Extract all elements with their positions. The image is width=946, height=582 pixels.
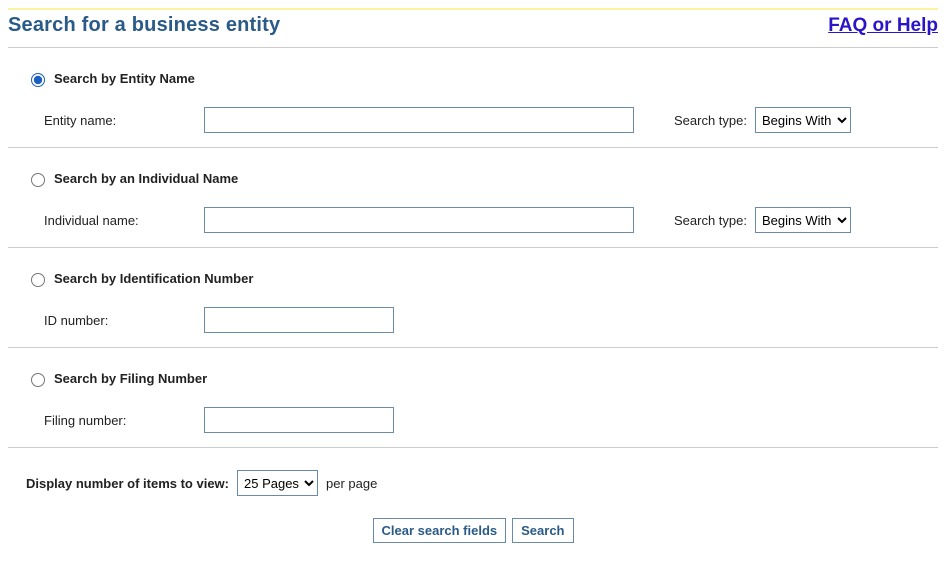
display-items-label: Display number of items to view: — [26, 476, 229, 491]
header: Search for a business entity FAQ or Help — [8, 14, 938, 48]
clear-search-fields-button[interactable]: Clear search fields — [373, 518, 507, 543]
radio-individual-name[interactable] — [31, 173, 45, 187]
individual-name-input[interactable] — [204, 207, 634, 233]
radio-id-number-label[interactable]: Search by Identification Number — [26, 270, 938, 287]
section-id-number: Search by Identification Number ID numbe… — [8, 270, 938, 347]
radio-filing-number[interactable] — [31, 373, 45, 387]
radio-id-number[interactable] — [31, 273, 45, 287]
radio-filing-number-label[interactable]: Search by Filing Number — [26, 370, 938, 387]
section-id-body: ID number: — [26, 307, 938, 333]
divider-2 — [8, 247, 938, 248]
radio-entity-name-text: Search by Entity Name — [54, 71, 195, 86]
divider-1 — [8, 147, 938, 148]
radio-individual-name-label[interactable]: Search by an Individual Name — [26, 170, 938, 187]
section-individual-body: Individual name: Search type: Begins Wit… — [26, 207, 938, 233]
button-row: Clear search fields Search — [8, 518, 938, 543]
display-items-select[interactable]: 25 Pages — [237, 470, 318, 496]
display-items-suffix: per page — [326, 476, 377, 491]
radio-individual-name-text: Search by an Individual Name — [54, 171, 238, 186]
individual-search-type-label: Search type: — [674, 213, 747, 228]
entity-name-input[interactable] — [204, 107, 634, 133]
divider-3 — [8, 347, 938, 348]
page: Search for a business entity FAQ or Help… — [0, 0, 946, 557]
entity-name-label: Entity name: — [44, 113, 204, 128]
entity-search-type-label: Search type: — [674, 113, 747, 128]
radio-entity-name[interactable] — [31, 73, 45, 87]
radio-filing-number-text: Search by Filing Number — [54, 371, 207, 386]
divider-4 — [8, 447, 938, 448]
id-number-label: ID number: — [44, 313, 204, 328]
entity-search-type-select[interactable]: Begins With — [755, 107, 851, 133]
radio-entity-name-label[interactable]: Search by Entity Name — [26, 70, 938, 87]
section-entity-body: Entity name: Search type: Begins With — [26, 107, 938, 133]
search-button[interactable]: Search — [512, 518, 573, 543]
individual-name-label: Individual name: — [44, 213, 204, 228]
section-individual-name: Search by an Individual Name Individual … — [8, 170, 938, 247]
faq-help-link[interactable]: FAQ or Help — [828, 15, 938, 37]
section-filing-number: Search by Filing Number Filing number: — [8, 370, 938, 447]
section-filing-body: Filing number: — [26, 407, 938, 433]
section-entity-name: Search by Entity Name Entity name: Searc… — [8, 70, 938, 147]
page-title: Search for a business entity — [8, 14, 280, 37]
filing-number-label: Filing number: — [44, 413, 204, 428]
entity-search-type-wrap: Search type: Begins With — [674, 107, 851, 133]
top-stripe — [8, 8, 938, 10]
display-items-row: Display number of items to view: 25 Page… — [8, 470, 938, 496]
individual-search-type-select[interactable]: Begins With — [755, 207, 851, 233]
individual-search-type-wrap: Search type: Begins With — [674, 207, 851, 233]
radio-id-number-text: Search by Identification Number — [54, 271, 253, 286]
id-number-input[interactable] — [204, 307, 394, 333]
filing-number-input[interactable] — [204, 407, 394, 433]
